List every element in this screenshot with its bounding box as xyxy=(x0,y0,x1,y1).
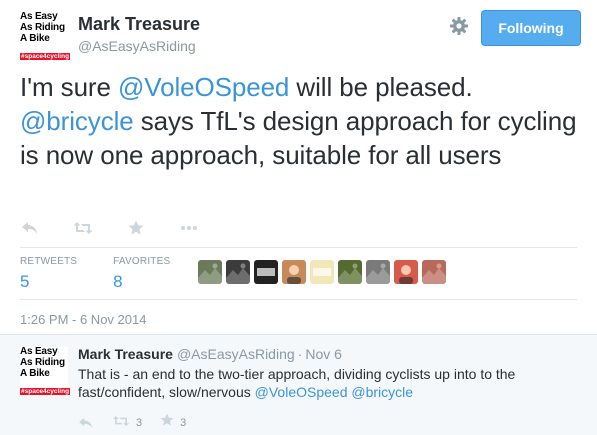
tweet-timestamp[interactable]: 1:26 PM - 6 Nov 2014 xyxy=(20,312,146,327)
mention-link[interactable]: @VoleOSpeed xyxy=(255,384,348,400)
reply-text: That is - an end to the two-tier approac… xyxy=(78,365,578,401)
photo-avatar-2[interactable] xyxy=(226,260,250,284)
retweet-count: 3 xyxy=(136,416,143,429)
retweets-count: 5 xyxy=(20,272,30,291)
avatar-line-2: As Riding xyxy=(20,22,65,33)
favorites-stat[interactable]: FAVORITES 8 xyxy=(113,256,170,292)
reply-tweet[interactable]: As Easy As Riding A Bike #space4cycling … xyxy=(0,334,597,435)
avatar-tag: #space4cycling xyxy=(20,53,71,60)
favorites-label: FAVORITES xyxy=(113,256,171,267)
reply-author-handle[interactable]: @AsEasyAsRiding xyxy=(177,346,295,362)
reply-icon[interactable] xyxy=(20,220,40,236)
reply-author-name[interactable]: Mark Treasure xyxy=(78,346,173,362)
mention-link[interactable]: @VoleOSpeed xyxy=(118,72,289,102)
avatar-line-1: As Easy xyxy=(20,346,58,357)
avatar-line-2: As Riding xyxy=(20,357,65,368)
author-avatar[interactable]: As Easy As Riding A Bike #space4cycling xyxy=(20,11,71,60)
reply-header: Mark Treasure @AsEasyAsRiding · Nov 6 xyxy=(78,346,342,362)
reply-icon[interactable] xyxy=(78,417,94,429)
divider xyxy=(20,247,577,248)
retweets-stat[interactable]: RETWEETS 5 xyxy=(20,256,77,292)
retweets-label: RETWEETS xyxy=(20,256,78,267)
tweet-text-part: will be pleased. xyxy=(289,72,473,102)
reply-actions: 3 3 xyxy=(78,413,186,432)
avatar-line-1: As Easy xyxy=(20,11,58,22)
tweet-card: As Easy As Riding A Bike #space4cycling … xyxy=(0,0,597,334)
avatar-line-3: A Bike xyxy=(20,368,50,379)
photo-avatar-9[interactable] xyxy=(422,260,446,284)
favorite-button[interactable]: 3 xyxy=(160,413,186,432)
author-name[interactable]: Mark Treasure xyxy=(78,14,200,35)
avatar-line-3: A Bike xyxy=(20,33,50,44)
person-avatar-8[interactable] xyxy=(394,260,418,284)
separator-dot: · xyxy=(297,346,303,362)
tweet-stats: RETWEETS 5 FAVORITES 8 xyxy=(20,256,206,292)
tweet-text: I'm sure @VoleOSpeed will be pleased. @b… xyxy=(20,70,585,172)
reply-time[interactable]: Nov 6 xyxy=(305,346,342,362)
author-handle[interactable]: @AsEasyAsRiding xyxy=(78,38,200,54)
following-button[interactable]: Following xyxy=(481,10,581,46)
logo-avatar-3[interactable] xyxy=(254,260,278,284)
favorite-icon xyxy=(160,413,174,432)
retweet-icon[interactable] xyxy=(73,220,93,236)
favoriters-list xyxy=(198,260,450,284)
retweet-button[interactable]: 3 xyxy=(112,414,142,432)
mention-link[interactable]: @bricycle xyxy=(20,106,134,136)
reply-author-avatar[interactable]: As Easy As Riding A Bike #space4cycling xyxy=(20,346,71,395)
photo-avatar-6[interactable] xyxy=(338,260,362,284)
mention-link[interactable]: @bricycle xyxy=(351,384,413,400)
tweet-text-part: I'm sure xyxy=(20,72,118,102)
divider xyxy=(20,299,577,300)
favorite-icon[interactable] xyxy=(126,220,146,236)
avatar-tag: #space4cycling xyxy=(20,388,71,395)
person-avatar-4[interactable] xyxy=(282,260,306,284)
favorite-count: 3 xyxy=(180,416,187,429)
logo-avatar-5[interactable] xyxy=(310,260,334,284)
gear-icon[interactable] xyxy=(449,16,469,36)
more-icon[interactable] xyxy=(179,220,199,236)
tweet-actions xyxy=(20,218,199,238)
favorites-count: 8 xyxy=(113,272,123,291)
photo-avatar-7[interactable] xyxy=(366,260,390,284)
retweet-icon xyxy=(112,414,130,432)
photo-avatar-1[interactable] xyxy=(198,260,222,284)
author-info: Mark Treasure @AsEasyAsRiding xyxy=(78,14,200,54)
